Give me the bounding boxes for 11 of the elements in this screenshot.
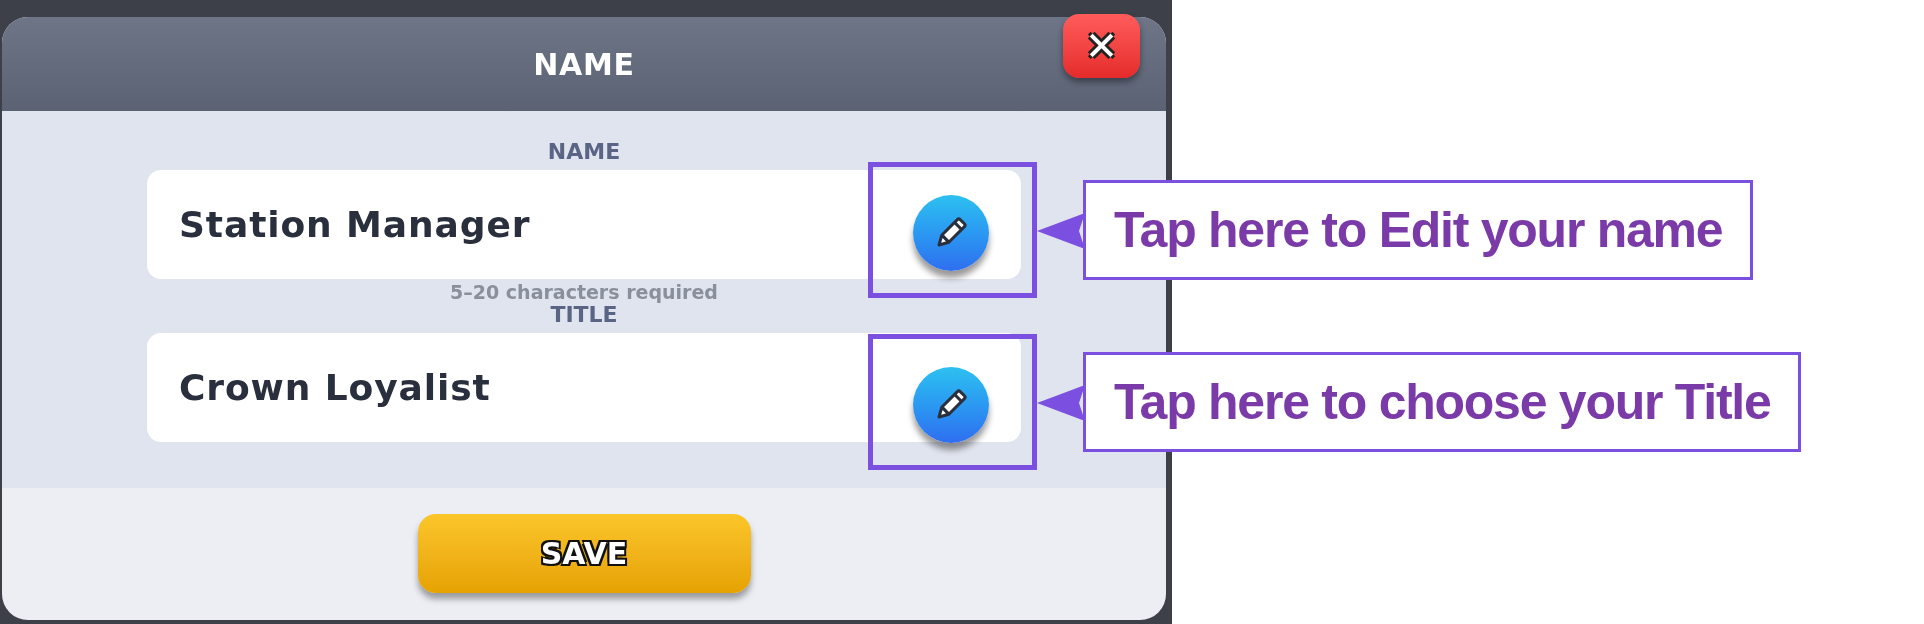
text-field[interactable]: Station Manager: [147, 170, 1021, 279]
callout-text: Tap here to Edit your name: [1083, 180, 1754, 280]
pointer-arrow: [1037, 211, 1085, 251]
field-label: NAME: [547, 140, 621, 164]
close-button[interactable]: ✕: [1063, 14, 1140, 78]
pointer-arrow: [1037, 383, 1085, 423]
dialog-title: NAME: [533, 45, 635, 84]
callout-text: Tap here to choose your Title: [1083, 352, 1802, 452]
text-field[interactable]: Crown Loyalist: [147, 333, 1021, 442]
field-label: TITLE: [550, 303, 618, 327]
hint-text: 5–20 characters required: [450, 281, 718, 303]
